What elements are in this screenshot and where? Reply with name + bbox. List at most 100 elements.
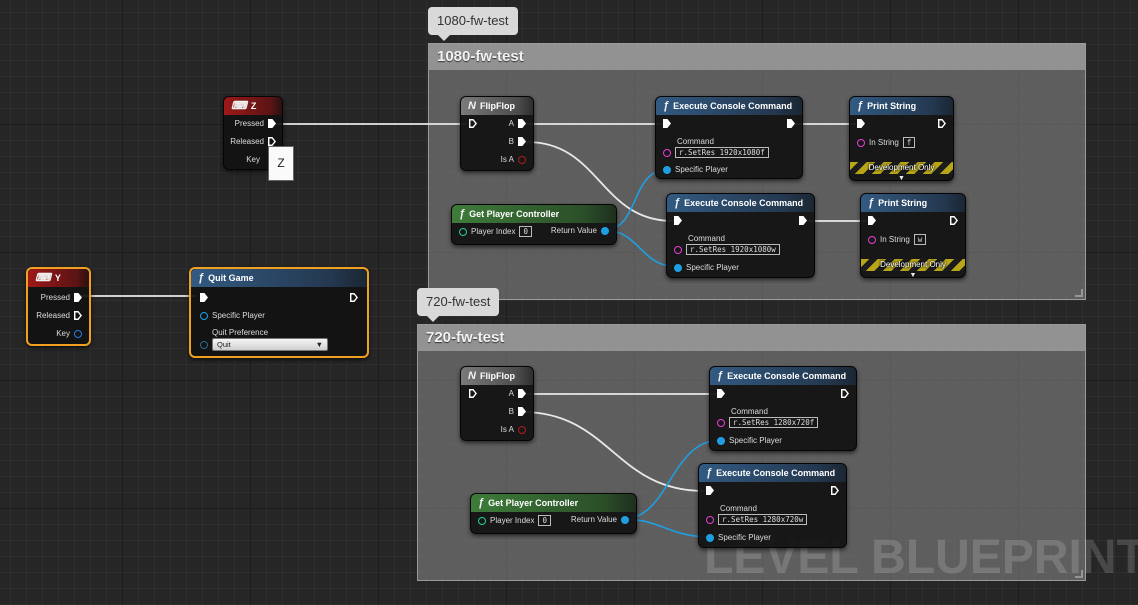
is-a-label: Is A — [500, 425, 514, 434]
specific-player-pin[interactable] — [674, 263, 682, 272]
is-a-pin[interactable] — [518, 155, 526, 164]
in-string-pin[interactable] — [868, 235, 876, 244]
print-string-node-w[interactable]: ƒ Print String In String w Development On… — [860, 193, 966, 279]
function-icon: ƒ — [706, 467, 713, 479]
player-index-label: Player Index — [490, 516, 535, 525]
exec-in-pin[interactable] — [868, 216, 876, 225]
is-a-pin[interactable] — [518, 425, 526, 434]
specific-player-pin[interactable] — [717, 436, 725, 445]
command-pin[interactable] — [717, 418, 725, 427]
print-string-node-f[interactable]: ƒ Print String In String f Development On… — [849, 96, 954, 182]
chevron-down-icon: ▼ — [315, 340, 323, 349]
specific-player-pin[interactable] — [706, 533, 714, 542]
execute-console-command-node-1080f[interactable]: ƒ Execute Console Command Command r.SetR… — [655, 96, 803, 179]
exec-out-pin[interactable] — [350, 293, 358, 302]
released-exec-pin[interactable] — [74, 311, 82, 320]
exec-in-pin[interactable] — [706, 486, 714, 495]
command-input[interactable]: r.SetRes 1920x1080w — [686, 244, 780, 255]
a-label: A — [508, 119, 514, 128]
command-label: Command — [720, 504, 757, 513]
node-header: ⌨ Y — [28, 269, 89, 287]
node-title: Quit Game — [208, 273, 254, 283]
quit-game-node[interactable]: ƒ Quit Game Specific Player Quit Prefere… — [189, 267, 369, 358]
pressed-exec-pin[interactable] — [268, 119, 276, 128]
node-title: FlipFlop — [479, 371, 515, 381]
execute-console-command-node-720w[interactable]: ƒ Execute Console Command Command r.SetR… — [698, 463, 847, 548]
released-label: Released — [36, 311, 70, 320]
expand-arrow-icon[interactable]: ▼ — [850, 175, 953, 182]
player-index-input[interactable]: 0 — [538, 515, 551, 526]
node-header: ƒ Execute Console Command — [699, 464, 846, 482]
resize-grip[interactable] — [1075, 289, 1083, 297]
a-exec-pin[interactable] — [518, 119, 526, 128]
exec-in-pin[interactable] — [200, 293, 208, 302]
player-index-pin[interactable] — [478, 516, 486, 525]
exec-out-pin[interactable] — [831, 486, 839, 495]
return-value-pin[interactable] — [601, 226, 609, 235]
node-title: Z — [250, 101, 257, 111]
dropdown-value: Quit — [217, 340, 231, 349]
player-index-pin[interactable] — [459, 227, 467, 236]
key-event-node-y[interactable]: ⌨ Y Pressed Released Key — [26, 267, 91, 346]
exec-in-pin[interactable] — [857, 119, 865, 128]
expand-arrow-icon[interactable]: ▼ — [861, 272, 965, 279]
development-only-banner: Development Only — [861, 259, 965, 271]
development-only-banner: Development Only — [850, 162, 953, 174]
get-player-controller-node-720[interactable]: ƒ Get Player Controller Player Index 0 Re… — [470, 493, 637, 534]
exec-out-pin[interactable] — [799, 216, 807, 225]
exec-in-pin[interactable] — [674, 216, 682, 225]
in-string-pin[interactable] — [857, 138, 865, 147]
exec-out-pin[interactable] — [950, 216, 958, 225]
node-header: ƒ Execute Console Command — [710, 367, 856, 385]
flipflop-node-1080[interactable]: N FlipFlop A B Is A — [460, 96, 534, 171]
b-exec-pin[interactable] — [518, 137, 526, 146]
quit-preference-label: Quit Preference — [212, 328, 269, 337]
in-string-input[interactable]: f — [902, 137, 916, 148]
function-icon: ƒ — [674, 197, 681, 209]
exec-in-pin[interactable] — [717, 389, 725, 398]
exec-out-pin[interactable] — [787, 119, 795, 128]
execute-console-command-node-720f[interactable]: ƒ Execute Console Command Command r.SetR… — [709, 366, 857, 451]
node-header: ƒ Print String — [850, 97, 953, 115]
a-exec-pin[interactable] — [518, 389, 526, 398]
specific-player-pin[interactable] — [663, 165, 671, 174]
player-index-input[interactable]: 0 — [519, 226, 532, 237]
flipflop-node-720[interactable]: N FlipFlop A B Is A — [460, 366, 534, 441]
function-icon: ƒ — [478, 497, 485, 509]
key-pin[interactable] — [74, 329, 82, 338]
specific-player-label: Specific Player — [718, 533, 771, 542]
pressed-label: Pressed — [234, 119, 264, 128]
in-string-input[interactable]: w — [913, 234, 927, 245]
exec-in-pin[interactable] — [469, 119, 477, 128]
command-pin[interactable] — [674, 245, 682, 254]
b-exec-pin[interactable] — [518, 407, 526, 416]
comment-bubble-720[interactable]: 720-fw-test — [417, 288, 500, 322]
node-title: FlipFlop — [479, 101, 515, 111]
specific-player-label: Specific Player — [686, 263, 739, 272]
return-value-label: Return Value — [570, 515, 617, 524]
released-exec-pin[interactable] — [268, 137, 276, 146]
command-input[interactable]: r.SetRes 1280x720f — [729, 417, 819, 428]
command-input[interactable]: r.SetRes 1280x720w — [718, 514, 808, 525]
node-title: Execute Console Command — [727, 371, 847, 381]
specific-player-pin[interactable] — [200, 311, 208, 320]
get-player-controller-node-1080[interactable]: ƒ Get Player Controller Player Index 0 Re… — [451, 204, 617, 245]
command-input[interactable]: r.SetRes 1920x1080f — [675, 147, 769, 158]
quit-preference-pin[interactable] — [200, 340, 208, 349]
a-label: A — [508, 389, 514, 398]
return-value-label: Return Value — [550, 226, 597, 235]
return-value-pin[interactable] — [621, 515, 629, 524]
quit-preference-dropdown[interactable]: Quit ▼ — [212, 338, 328, 351]
pressed-exec-pin[interactable] — [74, 293, 82, 302]
node-title: Get Player Controller — [488, 498, 579, 508]
command-pin[interactable] — [706, 515, 714, 524]
exec-out-pin[interactable] — [841, 389, 849, 398]
exec-in-pin[interactable] — [469, 389, 477, 398]
exec-out-pin[interactable] — [938, 119, 946, 128]
command-pin[interactable] — [663, 148, 671, 157]
exec-in-pin[interactable] — [663, 119, 671, 128]
player-index-label: Player Index — [471, 227, 516, 236]
command-label: Command — [731, 407, 768, 416]
comment-bubble-1080[interactable]: 1080-fw-test — [428, 7, 518, 41]
execute-console-command-node-1080w[interactable]: ƒ Execute Console Command Command r.SetR… — [666, 193, 815, 278]
